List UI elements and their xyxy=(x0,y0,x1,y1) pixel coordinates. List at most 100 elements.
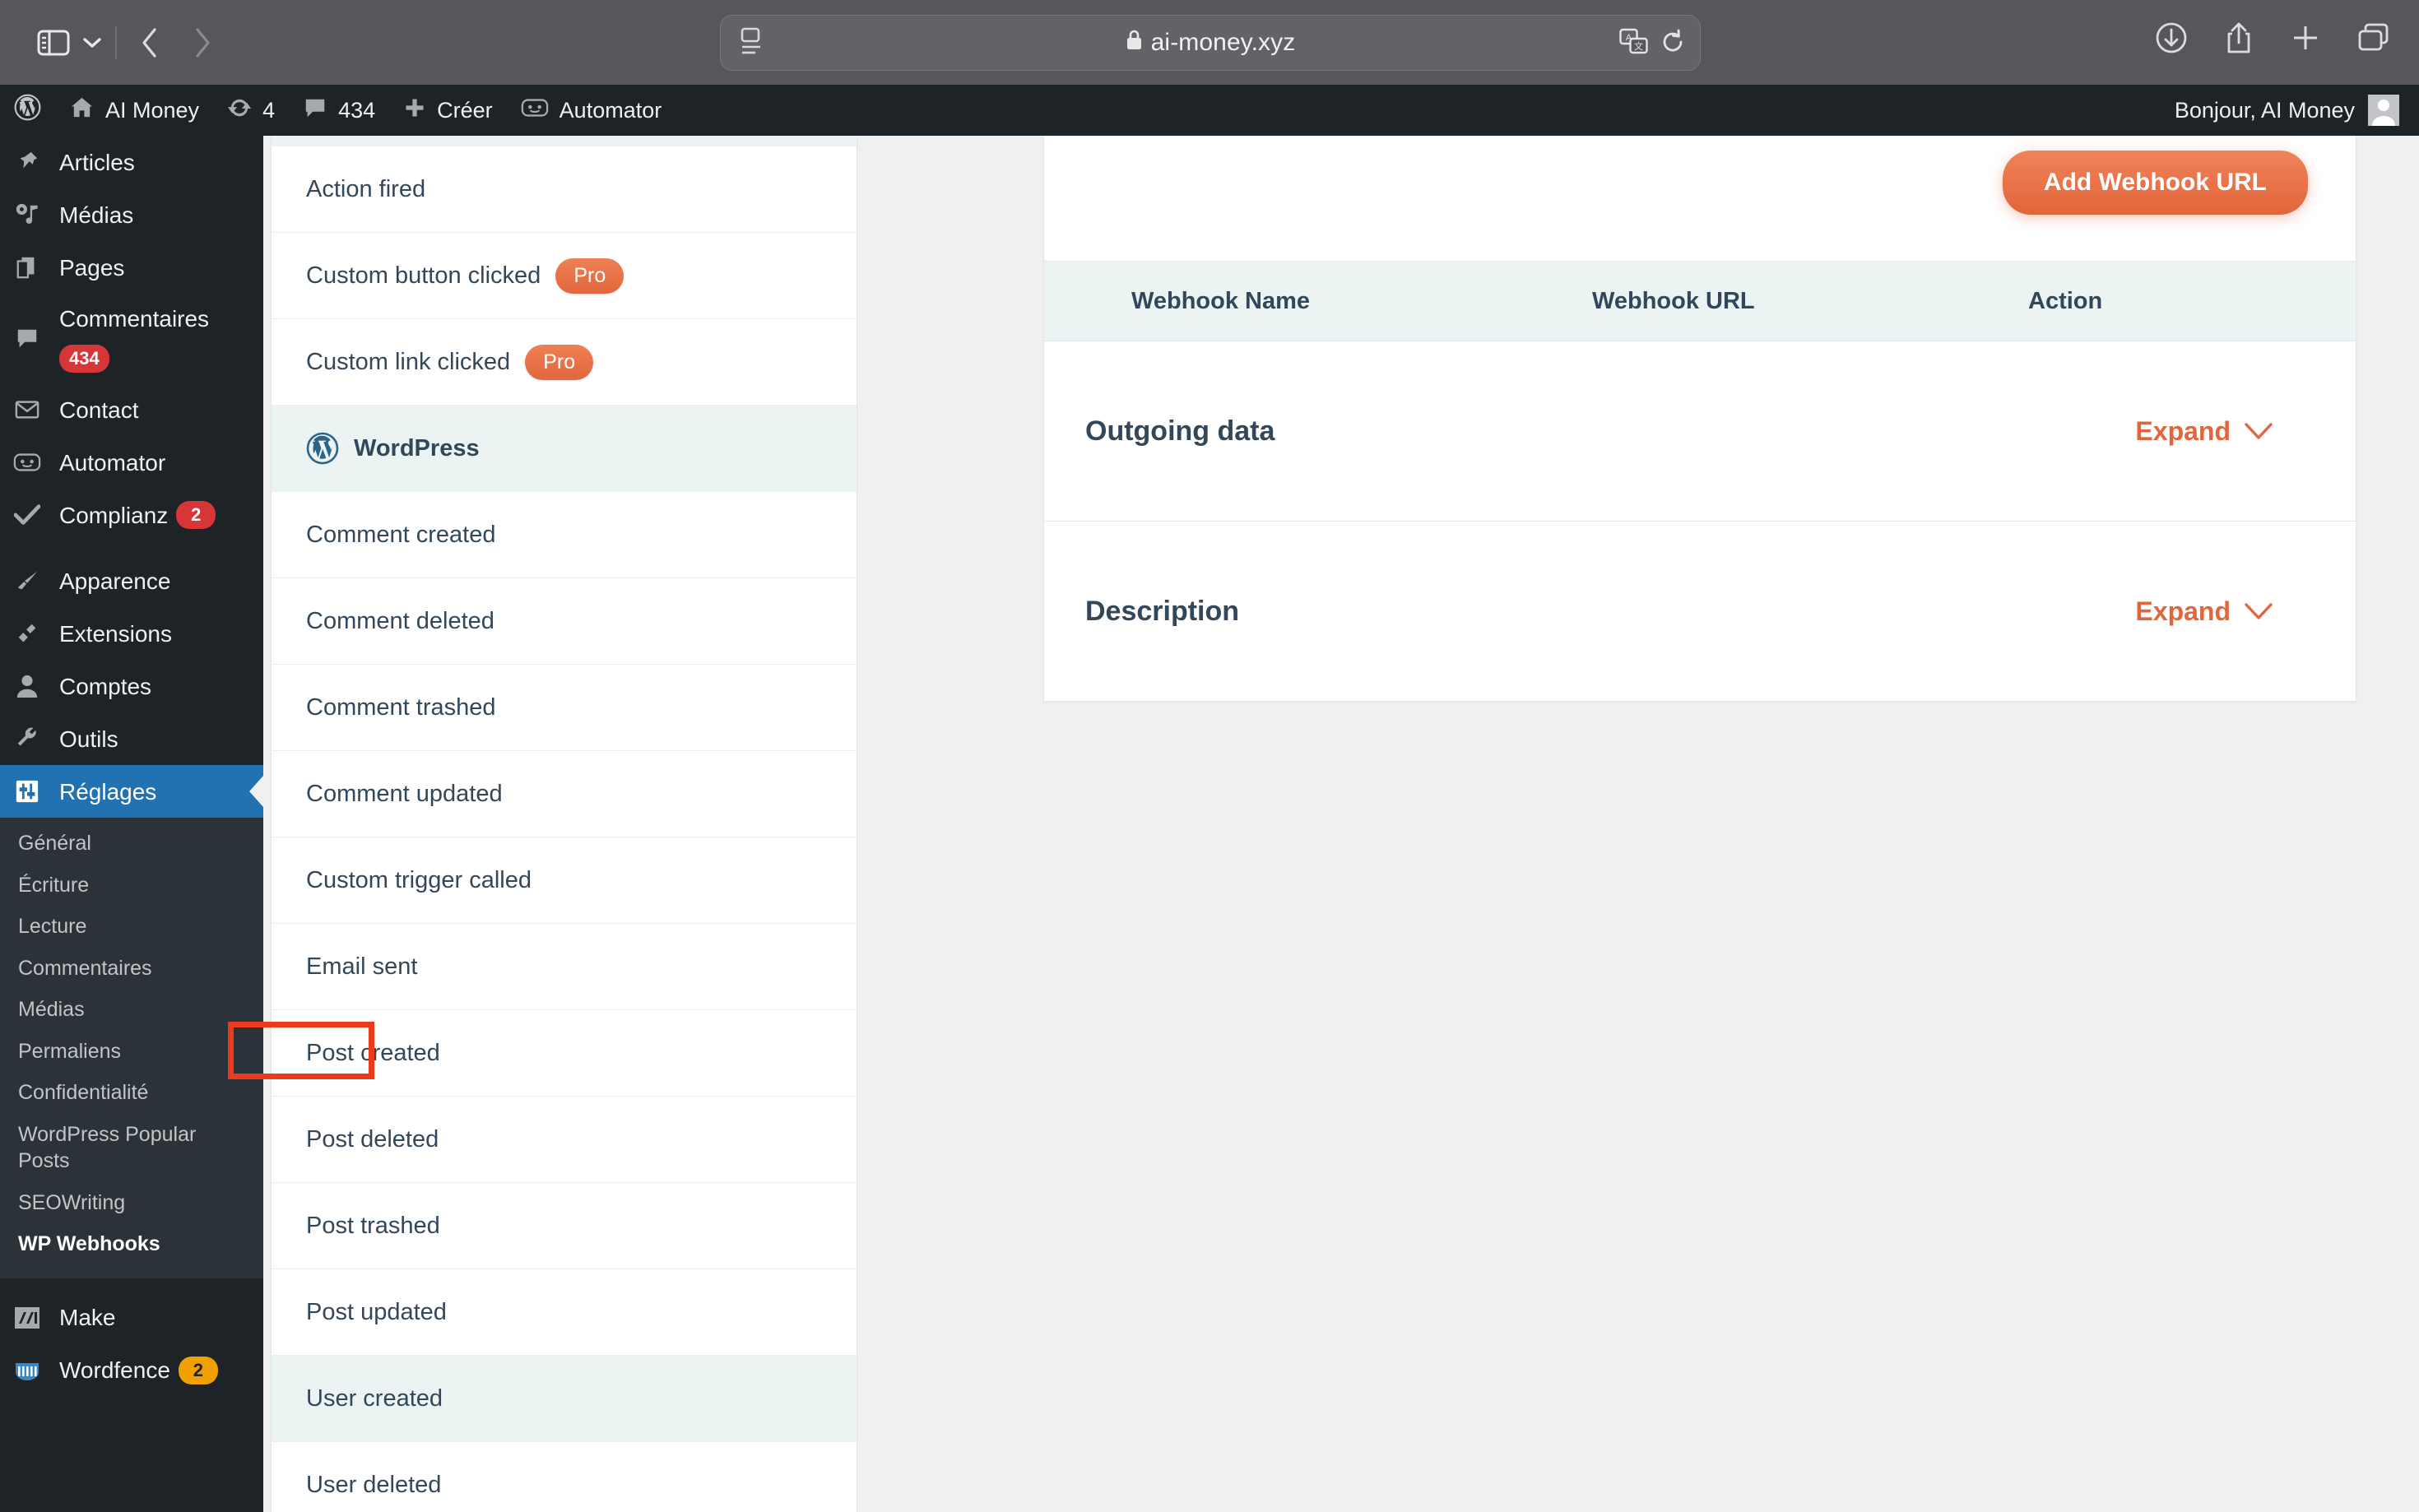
wrench-icon xyxy=(12,723,43,754)
adminbar-wp-logo[interactable] xyxy=(0,85,55,136)
downloads-icon[interactable] xyxy=(2154,21,2189,55)
chevron-down-icon xyxy=(2244,416,2273,447)
trigger-row-comment-deleted[interactable]: Comment deleted xyxy=(272,578,857,665)
address-bar[interactable]: ai-money.xyz A文 xyxy=(720,15,1701,71)
sidebar-item-label: Wordfence xyxy=(59,1357,170,1383)
submenu-item-ecriture[interactable]: Écriture xyxy=(0,865,263,907)
adminbar-my-account[interactable]: Bonjour, AI Money xyxy=(2175,85,2399,136)
sidebar-item-label: Extensions xyxy=(59,620,172,647)
adminbar-comments[interactable]: 434 xyxy=(289,85,389,136)
webhook-table-header: Webhook Name Webhook URL Action xyxy=(1044,261,2356,341)
column-header-webhook-url: Webhook URL xyxy=(1592,287,1755,314)
plus-icon[interactable] xyxy=(2289,21,2322,54)
tab-overview-icon[interactable] xyxy=(2356,21,2391,54)
trigger-row-user-deleted[interactable]: User deleted xyxy=(272,1442,857,1512)
forward-arrow-icon[interactable] xyxy=(176,21,229,65)
submenu-item-general[interactable]: Général xyxy=(0,823,263,865)
section-title: Outgoing data xyxy=(1085,415,1275,447)
trigger-row-post-updated[interactable]: Post updated xyxy=(272,1269,857,1356)
submenu-item-wordpress-popular-posts[interactable]: WordPress Popular Posts xyxy=(0,1114,263,1182)
back-arrow-icon[interactable] xyxy=(123,21,176,65)
browser-toolbar-actions xyxy=(2154,20,2391,56)
column-header-webhook-name: Webhook Name xyxy=(1131,287,1311,314)
submenu-item-lecture[interactable]: Lecture xyxy=(0,906,263,948)
reader-view-icon[interactable] xyxy=(739,27,770,58)
browser-toolbar: ai-money.xyz A文 xyxy=(0,0,2419,85)
trigger-row-email-sent[interactable]: Email sent xyxy=(272,924,857,1010)
trigger-row-custom-button-clicked[interactable]: Custom button clicked Pro xyxy=(272,233,857,319)
trigger-row-post-deleted[interactable]: Post deleted xyxy=(272,1097,857,1183)
submenu-item-confidentialite[interactable]: Confidentialité xyxy=(0,1072,263,1114)
chevron-down-icon[interactable] xyxy=(76,21,109,65)
trigger-label: Comment created xyxy=(306,521,496,548)
trigger-group-header[interactable] xyxy=(272,136,857,146)
trigger-group-wordpress[interactable]: WordPress xyxy=(272,406,857,492)
expand-description-button[interactable]: Expand xyxy=(2135,596,2273,627)
submenu-item-medias[interactable]: Médias xyxy=(0,989,263,1031)
sidebar-item-apparence[interactable]: Apparence xyxy=(0,554,263,607)
sidebar-item-label: Médias xyxy=(59,202,134,228)
sidebar-item-label: Pages xyxy=(59,254,125,281)
trigger-row-comment-created[interactable]: Comment created xyxy=(272,492,857,578)
trigger-row-custom-link-clicked[interactable]: Custom link clicked Pro xyxy=(272,319,857,406)
lock-icon xyxy=(1126,29,1143,58)
plus-icon xyxy=(403,96,426,125)
adminbar-greeting: Bonjour, AI Money xyxy=(2174,97,2355,123)
sidebar-item-contact[interactable]: Contact xyxy=(0,383,263,436)
sidebar-toggle-icon[interactable] xyxy=(31,21,76,65)
sidebar-item-pages[interactable]: Pages xyxy=(0,241,263,294)
section-outgoing-data: Outgoing data Expand xyxy=(1044,341,2356,522)
adminbar-site-name[interactable]: AI Money xyxy=(55,85,213,136)
adminbar-automator[interactable]: Automator xyxy=(507,85,676,136)
check-icon xyxy=(12,499,43,531)
sidebar-item-make[interactable]: Make xyxy=(0,1292,263,1344)
add-webhook-row: Add Webhook URL xyxy=(1044,136,2356,261)
submenu-item-permaliens[interactable]: Permaliens xyxy=(0,1031,263,1073)
trigger-row-comment-updated[interactable]: Comment updated xyxy=(272,751,857,837)
sidebar-item-automator[interactable]: Automator xyxy=(0,436,263,489)
address-bar-url: ai-money.xyz xyxy=(1150,29,1296,56)
trigger-label: Email sent xyxy=(306,953,418,980)
share-icon[interactable] xyxy=(2223,20,2254,56)
trigger-row-post-trashed[interactable]: Post trashed xyxy=(272,1183,857,1269)
adminbar-comments-count: 434 xyxy=(338,97,376,123)
submenu-item-wp-webhooks[interactable]: WP Webhooks xyxy=(0,1223,263,1265)
sidebar-item-articles[interactable]: Articles xyxy=(0,136,263,188)
pro-badge: Pro xyxy=(525,344,594,380)
sidebar-item-commentaires[interactable]: Commentaires 434 xyxy=(0,294,263,383)
trigger-row-custom-trigger-called[interactable]: Custom trigger called xyxy=(272,837,857,924)
sidebar-item-medias[interactable]: Médias xyxy=(0,188,263,241)
section-title: Description xyxy=(1085,595,1240,627)
sidebar-item-complianz[interactable]: Complianz 2 xyxy=(0,489,263,541)
expand-outgoing-data-button[interactable]: Expand xyxy=(2135,416,2273,447)
chevron-down-icon xyxy=(2244,596,2273,627)
adminbar-updates[interactable]: 4 xyxy=(213,85,289,136)
trigger-row-comment-trashed[interactable]: Comment trashed xyxy=(272,665,857,751)
pin-icon xyxy=(12,146,43,178)
sidebar-item-reglages[interactable]: Réglages xyxy=(0,765,263,818)
avatar xyxy=(2368,95,2399,126)
webhook-detail-panel: This webhook fires as soon as a user reg… xyxy=(1043,136,2356,702)
status-badge: 2 xyxy=(178,1356,218,1384)
svg-text:文: 文 xyxy=(1634,40,1643,52)
add-webhook-url-button[interactable]: Add Webhook URL xyxy=(2002,151,2308,215)
sidebar-item-wordfence[interactable]: Wordfence 2 xyxy=(0,1344,263,1397)
reload-icon[interactable] xyxy=(1660,29,1685,59)
trigger-row-user-created[interactable]: User created xyxy=(272,1356,857,1442)
sidebar-item-label: Réglages xyxy=(59,778,157,805)
sidebar-item-extensions[interactable]: Extensions xyxy=(0,607,263,660)
sidebar-item-label: Contact xyxy=(59,397,139,423)
submenu-item-commentaires[interactable]: Commentaires xyxy=(0,948,263,990)
sidebar-item-outils[interactable]: Outils xyxy=(0,712,263,765)
sidebar-item-comptes[interactable]: Comptes xyxy=(0,660,263,712)
robot-icon xyxy=(12,447,43,478)
adminbar-new-content[interactable]: Créer xyxy=(389,85,507,136)
wordpress-logo-icon xyxy=(14,94,41,127)
trigger-row-action-fired[interactable]: Action fired xyxy=(272,146,857,233)
submenu-item-seowriting[interactable]: SEOWriting xyxy=(0,1182,263,1224)
status-badge: 2 xyxy=(176,501,216,529)
comment-bubble-icon xyxy=(303,95,327,126)
trigger-row-post-created[interactable]: Post created xyxy=(272,1010,857,1097)
translate-icon[interactable]: A文 xyxy=(1619,28,1649,60)
address-bar-actions: A文 xyxy=(1619,28,1685,60)
